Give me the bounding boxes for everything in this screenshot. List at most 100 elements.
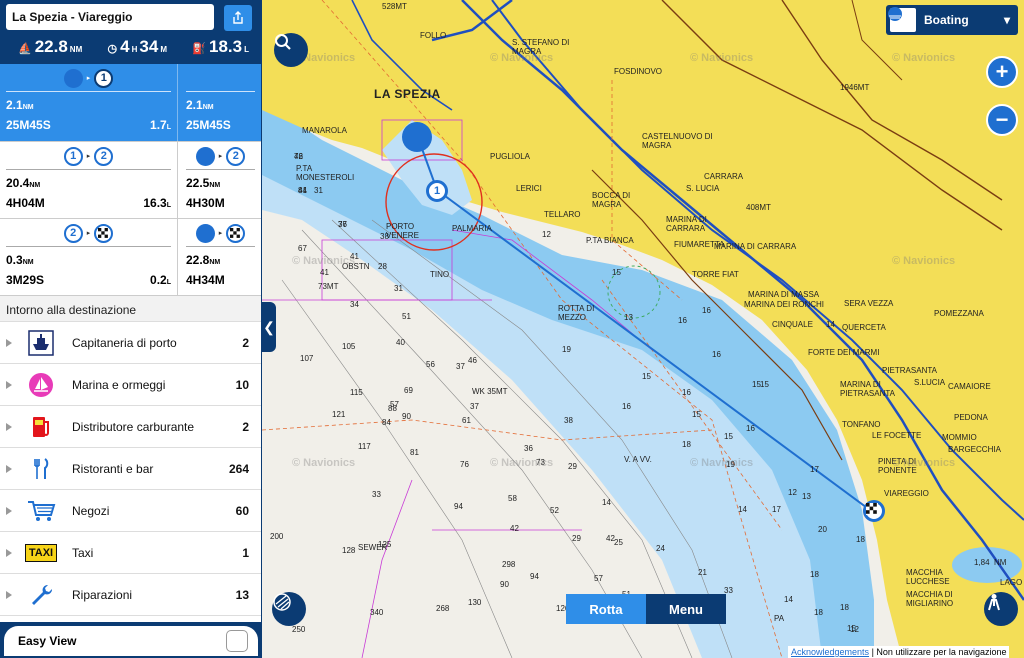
easy-view-checkbox[interactable]: [226, 630, 248, 652]
place-label: POMEZZANA: [934, 309, 984, 318]
leg-fuel: 0.2: [150, 273, 167, 287]
place-label: CARRARA: [704, 172, 744, 181]
depth-sounding: 24: [656, 544, 665, 553]
collapse-panel-button[interactable]: ❮: [262, 302, 276, 352]
waypoint-2-icon: 2: [226, 146, 246, 166]
place-label: CASTELNUOVO DI MAGRA: [642, 132, 713, 150]
arrow-icon: ▸: [86, 153, 91, 160]
place-label: BOCCA DI MAGRA: [592, 191, 631, 209]
place-label: 1,84: [974, 558, 990, 567]
route-leg[interactable]: 2 ▸ 0.3NM 3M29S 0.2L ▸ 22.8NM 4H34M: [0, 219, 261, 296]
poi-row-fuel[interactable]: Distributore carburante 2: [0, 406, 261, 448]
route-leg[interactable]: 1 ▸ 2 20.4NM 4H04M 16.3L ▸ 2 22.5NM 4H30…: [0, 142, 261, 219]
cum-distance: 2.1: [186, 98, 203, 112]
depth-sounding: 107: [300, 354, 314, 363]
depth-sounding: 105: [342, 342, 356, 351]
share-button[interactable]: [224, 5, 252, 31]
route-title[interactable]: La Spezia - Viareggio: [6, 4, 214, 30]
waypoint-1-marker[interactable]: 1: [426, 180, 448, 202]
mode-selector[interactable]: Boating ▾: [886, 5, 1018, 35]
expand-icon: [6, 422, 12, 431]
place-label: MOMMIO: [942, 433, 977, 442]
depth-sounding: 38: [564, 416, 573, 425]
depth-sounding: 51: [402, 312, 411, 321]
search-button[interactable]: [274, 33, 308, 67]
depth-sounding: 76: [294, 152, 303, 161]
poi-row-harbour-master[interactable]: Capitaneria di porto 2: [0, 322, 261, 364]
user-profile-button[interactable]: [984, 592, 1018, 626]
poi-row-taxi[interactable]: TAXI Taxi 1: [0, 532, 261, 574]
chart-layers-icon: [273, 593, 291, 611]
zoom-out-button[interactable]: −: [986, 104, 1018, 136]
depth-sounding: 16: [682, 388, 691, 397]
poi-count: 1: [242, 545, 249, 560]
depth-sounding: 15: [612, 268, 621, 277]
place-label: LAGO: [1000, 578, 1023, 587]
cum-distance: 22.8: [186, 253, 210, 267]
leg-fuel-unit: L: [166, 124, 171, 131]
finish-flag-icon: [94, 223, 114, 243]
map-footer: Acknowledgements | Non utilizzare per la…: [788, 646, 1010, 658]
leg-fuel: 16.3: [143, 196, 167, 210]
harbour-master-icon: [24, 328, 58, 358]
depth-sounding: 12: [850, 625, 859, 634]
finish-flag-marker[interactable]: [863, 500, 885, 522]
cum-time: 4H30M: [186, 196, 225, 210]
depth-sounding: 130: [468, 598, 482, 607]
taxi-icon: TAXI: [24, 538, 58, 568]
depth-sounding: 18: [814, 608, 823, 617]
place-label: PORTO VENERE: [386, 222, 419, 240]
place-label: NM: [994, 558, 1007, 567]
arrow-icon: ▸: [86, 75, 91, 82]
navigation-disclaimer: | Non utilizzare per la navigazione: [871, 647, 1007, 657]
depth-sounding: 12: [788, 488, 797, 497]
poi-row-shops[interactable]: Negozi 60: [0, 490, 261, 532]
route-start-marker[interactable]: [402, 122, 432, 152]
easy-view-toggle[interactable]: Easy View: [4, 626, 258, 656]
poi-row-repairs[interactable]: Riparazioni 13: [0, 574, 261, 616]
depth-sounding: 21: [698, 568, 707, 577]
watermark: © Navionics: [292, 457, 356, 469]
poi-row-marina[interactable]: Marina e ormeggi 10: [0, 364, 261, 406]
poi-label: Marina e ormeggi: [72, 377, 166, 392]
total-fuel-unit: L: [244, 45, 249, 54]
map-layers-button[interactable]: [272, 592, 306, 626]
route-header: La Spezia - Viareggio ⛵ 22.8 NM ◷ 4 H 34…: [0, 0, 261, 64]
place-label: FOSDINOVO: [614, 67, 663, 76]
person-icon: [988, 594, 1000, 611]
place-label: MARINA DI CARRARA: [714, 242, 797, 251]
place-label: VIAREGGIO: [884, 489, 929, 498]
waypoint-2-icon: 2: [94, 146, 114, 166]
leg-cumulative: ▸ 22.8NM 4H34M: [178, 219, 261, 295]
depth-sounding: 14: [738, 505, 747, 514]
place-label: MACCHIA DI MIGLIARINO: [906, 590, 954, 608]
depth-sounding: 14: [602, 498, 611, 507]
total-fuel-value: 18.3: [209, 37, 243, 56]
place-label: P.TA BIANCA: [586, 236, 634, 245]
zoom-in-button[interactable]: +: [986, 56, 1018, 88]
leg-points: 2 ▸: [6, 223, 171, 243]
expand-icon: [6, 548, 12, 557]
route-button[interactable]: Rotta: [566, 594, 646, 624]
expand-icon: [6, 506, 12, 515]
watermark: © Navionics: [490, 457, 554, 469]
clock-icon: ◷: [107, 43, 118, 55]
acknowledgements-link[interactable]: Acknowledgements: [791, 647, 869, 657]
place-label: PIETRASANTA: [882, 366, 937, 375]
place-label: CAMAIORE: [948, 382, 991, 391]
place-label: LE FOCETTE: [872, 431, 922, 440]
poi-row-restaurants[interactable]: Ristoranti e bar 264: [0, 448, 261, 490]
route-leg[interactable]: ▸ 1 2.1NM 25M45S 1.7L 2.1NM 25M45S: [0, 64, 261, 142]
place-label: MACCHIA LUCCHESE: [906, 568, 950, 586]
search-icon: [275, 34, 291, 50]
nautical-chart-map[interactable]: 1 LA SPEZIA S. STEFANO DI MAGRA FOLLO FO…: [262, 0, 1024, 658]
depth-sounding: 58: [508, 494, 517, 503]
depth-sounding: 94: [530, 572, 539, 581]
menu-button[interactable]: Menu: [646, 594, 726, 624]
expand-icon: [6, 590, 12, 599]
leg-details: ▸ 1 2.1NM 25M45S 1.7L: [0, 64, 178, 141]
depth-sounding: 19: [562, 345, 571, 354]
depth-sounding: 18: [856, 535, 865, 544]
place-label: BARGECCHIA: [948, 445, 1001, 454]
place-label: PALMARIA: [452, 224, 492, 233]
